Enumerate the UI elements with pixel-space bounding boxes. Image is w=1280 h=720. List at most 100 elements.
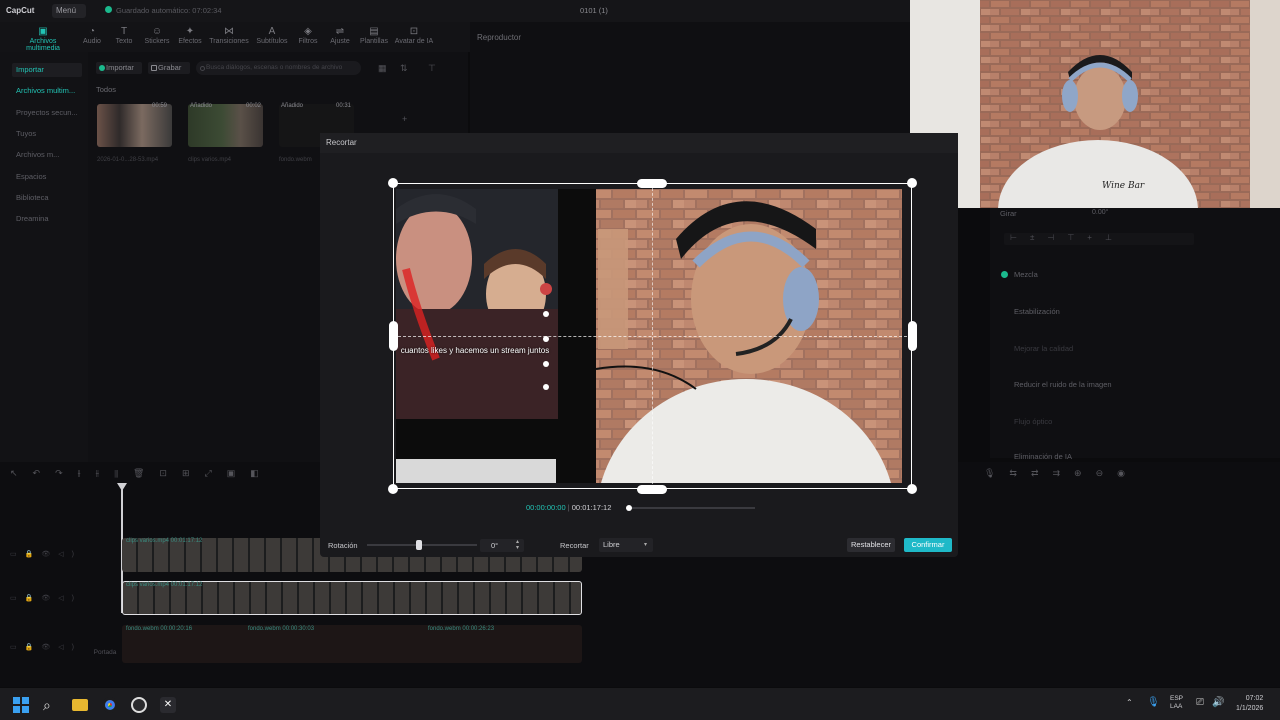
track-controls[interactable]: ▭🔒👁◁): [10, 594, 82, 602]
player-title: Reproductor: [477, 33, 522, 42]
language-code: ESP: [1170, 695, 1184, 702]
language-indicator[interactable]: ESP LAA: [1170, 695, 1183, 711]
track-controls[interactable]: ▭🔒👁◁): [10, 550, 82, 558]
crop-handle-top-left[interactable]: [388, 178, 398, 188]
tab-label: Audio: [83, 38, 101, 45]
sort-icon[interactable]: ⇅: [400, 63, 408, 74]
chevron-up-icon[interactable]: ⌃: [1126, 698, 1133, 707]
crop-handle-top-right[interactable]: [907, 178, 917, 188]
import-icon: [99, 65, 105, 71]
sidebar-item-spaces[interactable]: Espacios: [12, 170, 82, 184]
media-thumb-1[interactable]: [97, 104, 172, 147]
file-explorer-icon[interactable]: [72, 699, 88, 711]
sidebar-item-library[interactable]: Biblioteca: [12, 191, 82, 205]
record-icon: [151, 65, 157, 71]
microphone-icon[interactable]: 🎙: [1147, 697, 1160, 708]
sidebar-item-dreamina[interactable]: Dreamina: [12, 212, 82, 226]
enhance-quality-label: Mejorar la calidad: [1014, 344, 1074, 353]
volume-icon[interactable]: 🔊: [1212, 697, 1224, 708]
crop-handle-bottom[interactable]: [637, 485, 667, 494]
obs-icon[interactable]: [131, 697, 147, 713]
crop-handle-right[interactable]: [908, 321, 917, 351]
network-icon[interactable]: ⎚: [1196, 697, 1204, 708]
windows-start-icon[interactable]: [13, 697, 29, 713]
search-icon[interactable]: ⌕: [43, 697, 59, 713]
cover-button[interactable]: Portada: [92, 638, 118, 660]
rotate-value[interactable]: 0.00°: [1092, 209, 1108, 216]
crop-handle-bottom-left[interactable]: [388, 484, 398, 494]
crop-ratio-label: Recortar: [560, 541, 589, 550]
media-thumb-2[interactable]: [188, 104, 263, 147]
timecode: 00:00:00:00 | 00:01:17:12: [526, 503, 611, 512]
thumb-badge: Añadido: [190, 103, 213, 109]
tab-label: Texto: [115, 38, 133, 45]
effects-icon: ✦: [185, 26, 195, 37]
confirm-button[interactable]: Confirmar: [904, 538, 952, 552]
search-input[interactable]: Busca diálogos, escenas o nombres de arc…: [196, 61, 361, 75]
tab-label: Stickers: [144, 38, 170, 45]
filter-icon[interactable]: ⊤: [428, 63, 436, 74]
language-layout: LAA: [1170, 703, 1183, 710]
tab-label: Plantillas: [359, 38, 388, 45]
rotation-slider[interactable]: [367, 544, 477, 546]
tab-effects[interactable]: ✦ Efectos: [170, 26, 210, 45]
sidebar-item-import[interactable]: Importar: [12, 63, 82, 77]
windows-taskbar: [0, 688, 1280, 720]
preview-scrubber[interactable]: [628, 507, 755, 509]
autosave-status: Guardado automático: 07:02:34: [116, 6, 222, 15]
tab-media[interactable]: ▣ Archivos multimedia: [20, 26, 66, 52]
tab-ai-avatar[interactable]: ⊡ Avatar de IA: [394, 26, 434, 45]
transitions-icon: ⋈: [224, 26, 234, 37]
crop-handle-top[interactable]: [637, 179, 667, 188]
clock-time: 07:02: [1245, 695, 1264, 702]
tab-label: Filtros: [298, 38, 318, 45]
reset-button[interactable]: Restablecer: [847, 538, 895, 552]
track-label: clips varios.mp4 00:01:17:12: [126, 538, 203, 544]
blend-toggle-icon[interactable]: [1001, 271, 1008, 278]
rotate-label: Girar: [1000, 209, 1017, 218]
ai-avatar-icon: ⊡: [409, 26, 419, 37]
menu-button[interactable]: Menú: [52, 4, 86, 18]
ai-removal-label: Eliminación de IA: [1014, 452, 1072, 461]
thumb-name: 2026-01-0...28-53.mp4: [97, 157, 159, 163]
filter-all-label[interactable]: Todos: [96, 85, 116, 94]
track-label: clips varios.mp4 00:01:17:12: [126, 582, 203, 588]
timeline-toolbar[interactable]: ↖↶↷⫲⫳⫴🗑⊡⊞⤢▣◧: [10, 468, 274, 479]
crop-handle-bottom-right[interactable]: [907, 484, 917, 494]
reduce-noise-label: Reducir el ruido de la imagen: [1014, 380, 1112, 389]
search-icon: [200, 66, 205, 71]
rotation-slider-handle[interactable]: [415, 540, 422, 550]
crop-handle-left[interactable]: [389, 321, 398, 351]
stepper-icon[interactable]: ▴ ▾: [516, 539, 519, 551]
plus-icon: +: [402, 114, 408, 124]
thumb-badge: Añadido: [281, 103, 304, 109]
grid-view-icon[interactable]: ▦: [378, 63, 387, 74]
timeline-right-tools[interactable]: 🎙⇆⇄⇉⊕⊖◉: [984, 468, 1139, 479]
tab-subtitles[interactable]: A Subtítulos: [252, 26, 292, 45]
taskbar-clock[interactable]: 07:02 1/1/2026: [1236, 694, 1263, 714]
tab-transitions[interactable]: ⋈ Transiciones: [209, 26, 249, 45]
autosave-icon: [105, 6, 112, 13]
sidebar-item-files[interactable]: Archivos m...: [12, 148, 82, 162]
track-controls[interactable]: ▭🔒👁◁): [10, 643, 82, 651]
crop-guide-line: [652, 183, 653, 489]
clock-date: 1/1/2026: [1236, 705, 1264, 712]
sidebar-item-secondary-projects[interactable]: Proyectos secun...: [12, 106, 82, 120]
crop-dialog-title: Recortar: [326, 138, 357, 147]
align-toolbar[interactable]: ⊢±⊣⊤+⊥: [1004, 233, 1194, 245]
track-label: fondo.webm 00:00:20:16: [126, 626, 193, 632]
thumb-duration: 00:02: [246, 103, 262, 109]
scrubber-handle[interactable]: [626, 505, 632, 511]
capcut-icon[interactable]: ✕: [160, 697, 176, 713]
tab-templates[interactable]: ▤ Plantillas: [354, 26, 394, 45]
svg-text:Wine Bar: Wine Bar: [1102, 181, 1145, 191]
thumb-name: fondo.webm: [279, 157, 312, 163]
chrome-icon[interactable]: [102, 697, 118, 713]
webcam-overlay: Wine Bar: [910, 0, 1280, 208]
optical-flow-label: Flujo óptico: [1014, 417, 1053, 426]
project-title: 0101 (1): [580, 6, 608, 15]
subtitles-icon: A: [268, 26, 276, 37]
sidebar-item-media-files[interactable]: Archivos multim...: [12, 84, 82, 98]
app-logo: CapCut: [6, 6, 35, 15]
sidebar-item-yours[interactable]: Tuyos: [12, 127, 82, 141]
